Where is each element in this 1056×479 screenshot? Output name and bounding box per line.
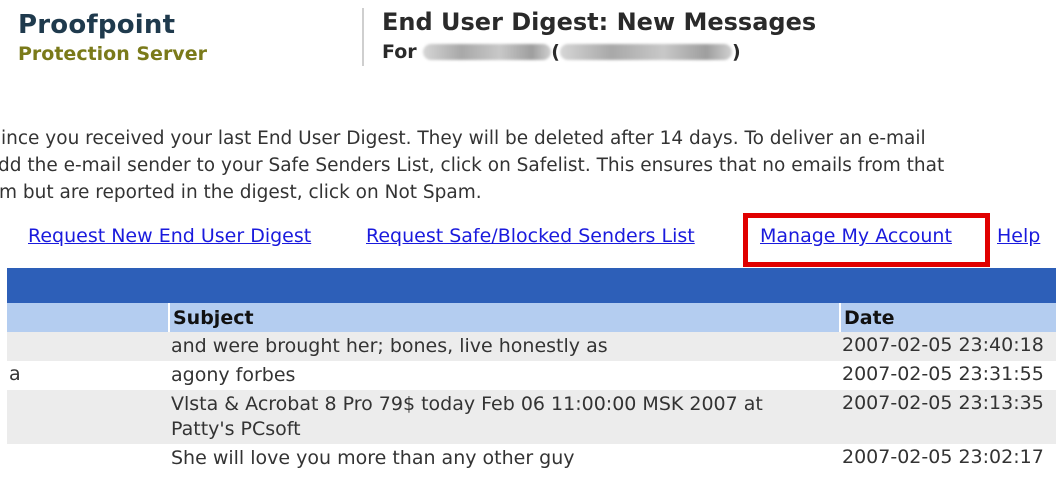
table-row[interactable]: a agony forbes 2007-02-05 23:31:55: [7, 361, 1056, 390]
subject-cell: Vlsta & Acrobat 8 Pro 79$ today Feb 06 1…: [171, 393, 763, 440]
request-digest-link[interactable]: Request New End User Digest: [28, 225, 311, 247]
subject-cell: agony forbes: [171, 364, 296, 386]
intro-line-2: dd the e-mail sender to your Safe Sender…: [0, 155, 945, 176]
table-row[interactable]: She will love you more than any other gu…: [7, 444, 1056, 473]
message-table: and were brought her; bones, live honest…: [7, 332, 1056, 473]
intro-line-3: m but are reported in the digest, click …: [0, 182, 482, 203]
redacted-paren-open: (: [551, 41, 560, 63]
column-header-date[interactable]: Date: [844, 307, 895, 329]
table-row[interactable]: Vlsta & Acrobat 8 Pro 79$ today Feb 06 1…: [7, 390, 1056, 444]
digest-recipient: For (): [382, 41, 741, 63]
redacted-paren-close: ): [731, 41, 741, 63]
table-header: Subject Date: [7, 303, 1056, 332]
help-link[interactable]: Help: [997, 225, 1040, 247]
redacted-email: [559, 44, 732, 60]
brand-logo-text: Proofpoint: [18, 10, 176, 40]
intro-text: ince you received your last End User Dig…: [0, 125, 1056, 206]
header-divider: [362, 8, 364, 66]
date-cell: 2007-02-05 23:13:35: [842, 392, 1044, 414]
highlight-box: [743, 213, 990, 267]
column-separator: [839, 303, 841, 332]
request-senders-list-link[interactable]: Request Safe/Blocked Senders List: [366, 225, 695, 247]
subject-cell: She will love you more than any other gu…: [171, 447, 575, 469]
from-cell: a: [9, 363, 21, 385]
for-label: For: [382, 41, 417, 63]
page-title: End User Digest: New Messages: [382, 8, 817, 36]
column-header-subject[interactable]: Subject: [173, 307, 254, 329]
table-title-bar: [7, 268, 1056, 303]
subject-cell: and were brought her; bones, live honest…: [171, 335, 608, 357]
date-cell: 2007-02-05 23:31:55: [842, 363, 1044, 385]
date-cell: 2007-02-05 23:02:17: [842, 446, 1044, 468]
column-separator: [168, 303, 170, 332]
intro-line-1: ince you received your last End User Dig…: [1, 128, 926, 149]
table-row[interactable]: and were brought her; bones, live honest…: [7, 332, 1056, 361]
date-cell: 2007-02-05 23:40:18: [842, 334, 1044, 356]
redacted-name: [423, 44, 552, 60]
product-name: Protection Server: [18, 43, 207, 65]
